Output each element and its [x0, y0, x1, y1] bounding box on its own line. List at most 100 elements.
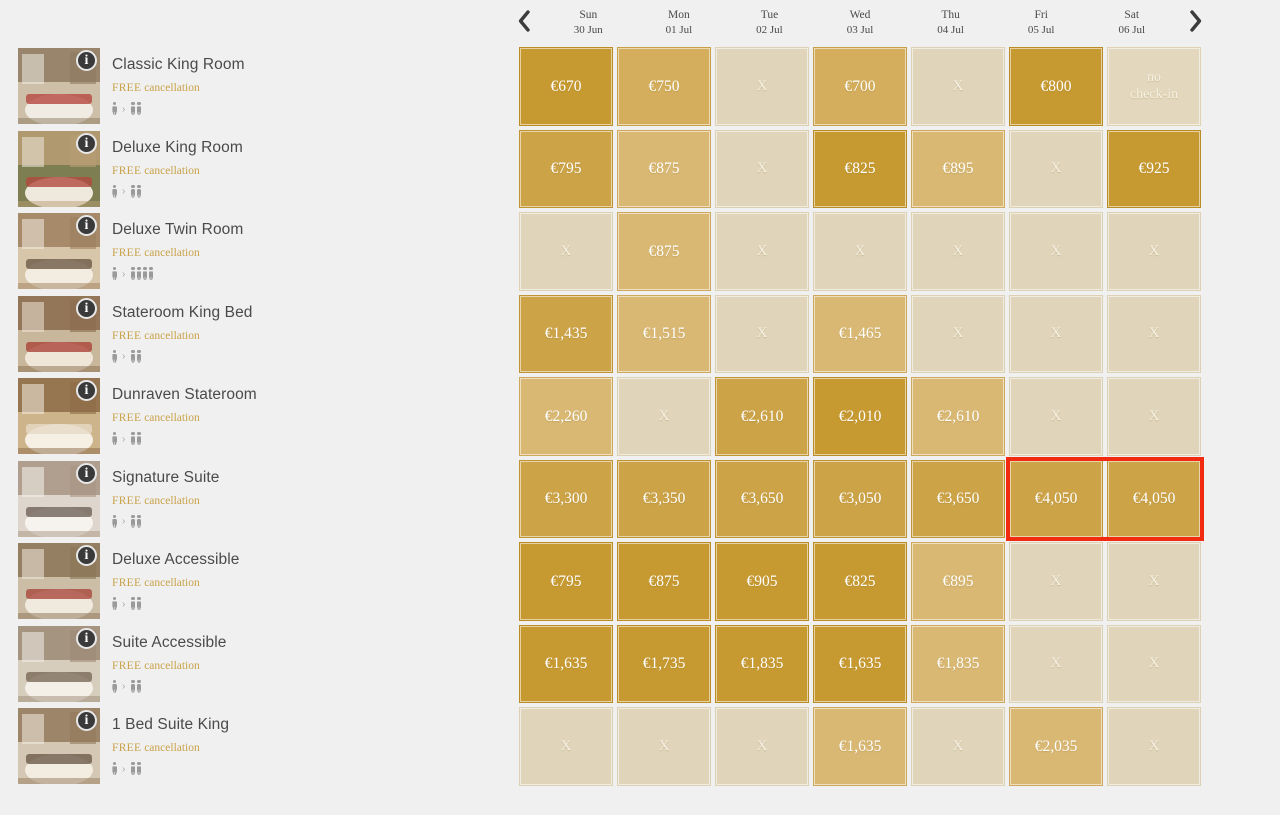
unavailable-cell[interactable]: X — [1009, 542, 1103, 621]
price-cell[interactable]: €875 — [617, 129, 711, 208]
unavailable-cell[interactable]: X — [911, 212, 1005, 291]
unavailable-cell[interactable]: X — [519, 707, 613, 786]
unavailable-cell[interactable]: X — [1107, 542, 1201, 621]
price-cell[interactable]: €795 — [519, 542, 613, 621]
price-cell[interactable]: €2,035 — [1009, 707, 1103, 786]
price-cell[interactable]: €4,050 — [1009, 459, 1103, 538]
unavailable-cell[interactable]: X — [715, 212, 809, 291]
price-cell[interactable]: €800 — [1009, 47, 1103, 126]
unavailable-cell[interactable]: X — [1107, 624, 1201, 703]
no-checkin-cell[interactable]: no check-in — [1107, 47, 1201, 126]
unavailable-cell[interactable]: X — [911, 47, 1005, 126]
price-cell[interactable]: €3,650 — [911, 459, 1005, 538]
info-icon[interactable]: i — [76, 132, 97, 154]
price-cell[interactable]: €2,610 — [715, 377, 809, 456]
price-cell[interactable]: €1,635 — [813, 624, 907, 703]
info-icon[interactable]: i — [76, 215, 97, 236]
price-cell[interactable]: €1,835 — [911, 624, 1005, 703]
day-header[interactable]: Fri 05 Jul — [996, 8, 1087, 37]
price-cell[interactable]: €2,010 — [813, 377, 907, 456]
day-header[interactable]: Thu 04 Jul — [905, 8, 996, 37]
info-icon[interactable]: i — [76, 462, 97, 484]
room-list-item[interactable]: i Stateroom King Bed FREE cancellation › — [0, 293, 500, 376]
room-list-item[interactable]: i Suite Accessible FREE cancellation › — [0, 623, 500, 706]
unavailable-cell[interactable]: X — [1009, 212, 1103, 291]
unavailable-cell[interactable]: X — [617, 377, 711, 456]
price-cell[interactable]: €1,465 — [813, 294, 907, 373]
room-list-item[interactable]: i Dunraven Stateroom FREE cancellation › — [0, 375, 500, 458]
unavailable-cell[interactable]: X — [1107, 212, 1201, 291]
unavailable-cell[interactable]: X — [1009, 294, 1103, 373]
price-cell[interactable]: €2,260 — [519, 377, 613, 456]
unavailable-cell[interactable]: X — [715, 707, 809, 786]
day-header[interactable]: Sat 06 Jul — [1086, 8, 1177, 37]
day-header[interactable]: Wed 03 Jul — [815, 8, 906, 37]
price-cell[interactable]: €1,435 — [519, 294, 613, 373]
day-header[interactable]: Sun 30 Jun — [543, 8, 634, 37]
room-list-item[interactable]: i Classic King Room FREE cancellation › — [0, 45, 500, 128]
price-cell[interactable]: €825 — [813, 129, 907, 208]
price-cell[interactable]: €905 — [715, 542, 809, 621]
unavailable-cell[interactable]: X — [1107, 707, 1201, 786]
price-cell[interactable]: €3,350 — [617, 459, 711, 538]
unavailable-cell[interactable]: X — [715, 129, 809, 208]
unavailable-cell[interactable]: X — [1009, 377, 1103, 456]
unavailable-cell[interactable]: X — [911, 707, 1005, 786]
room-thumbnail[interactable]: i — [18, 460, 100, 537]
price-cell[interactable]: €875 — [617, 542, 711, 621]
price-cell[interactable]: €3,300 — [519, 459, 613, 538]
price-cell[interactable]: €700 — [813, 47, 907, 126]
unavailable-cell[interactable]: X — [813, 212, 907, 291]
price-cell[interactable]: €925 — [1107, 129, 1201, 208]
room-thumbnail[interactable]: i — [18, 543, 100, 619]
day-header[interactable]: Tue 02 Jul — [724, 8, 815, 37]
unavailable-cell[interactable]: X — [715, 47, 809, 126]
room-thumbnail[interactable]: i — [18, 708, 100, 784]
info-icon[interactable]: i — [76, 297, 97, 319]
info-icon[interactable]: i — [76, 545, 97, 566]
room-thumbnail[interactable]: i — [18, 213, 100, 289]
price-cell[interactable]: €3,050 — [813, 459, 907, 538]
room-list-item[interactable]: i 1 Bed Suite King FREE cancellation › — [0, 705, 500, 788]
room-thumbnail[interactable]: i — [18, 130, 100, 207]
price-cell[interactable]: €895 — [911, 129, 1005, 208]
unavailable-cell[interactable]: X — [519, 212, 613, 291]
price-cell[interactable]: €670 — [519, 47, 613, 126]
info-icon[interactable]: i — [76, 710, 97, 731]
day-date: 02 Jul — [756, 24, 783, 36]
chevron-right-icon[interactable] — [1177, 9, 1215, 37]
price-cell[interactable]: €1,635 — [813, 707, 907, 786]
room-list-item[interactable]: i Deluxe Accessible FREE cancellation › — [0, 540, 500, 623]
price-cell[interactable]: €3,650 — [715, 459, 809, 538]
room-list-item[interactable]: i Signature Suite FREE cancellation › — [0, 458, 500, 541]
chevron-left-icon[interactable] — [505, 9, 543, 37]
unavailable-cell[interactable]: X — [1107, 294, 1201, 373]
unavailable-cell[interactable]: X — [1107, 377, 1201, 456]
price-cell[interactable]: €795 — [519, 129, 613, 208]
room-thumbnail[interactable]: i — [18, 378, 100, 454]
unavailable-cell[interactable]: X — [911, 294, 1005, 373]
price-cell[interactable]: €1,735 — [617, 624, 711, 703]
room-thumbnail[interactable]: i — [18, 295, 100, 372]
room-thumbnail[interactable]: i — [18, 625, 100, 702]
price-cell[interactable]: €1,515 — [617, 294, 711, 373]
price-cell[interactable]: €825 — [813, 542, 907, 621]
price-cell[interactable]: €4,050 — [1107, 459, 1201, 538]
price-cell[interactable]: €1,635 — [519, 624, 613, 703]
price-cell[interactable]: €2,610 — [911, 377, 1005, 456]
unavailable-cell[interactable]: X — [1009, 624, 1103, 703]
info-icon[interactable]: i — [76, 380, 97, 401]
room-list-item[interactable]: i Deluxe King Room FREE cancellation › — [0, 128, 500, 211]
info-icon[interactable]: i — [76, 50, 97, 71]
unavailable-cell[interactable]: X — [715, 294, 809, 373]
room-thumbnail[interactable]: i — [18, 48, 100, 124]
room-list-item[interactable]: i Deluxe Twin Room FREE cancellation › — [0, 210, 500, 293]
day-header[interactable]: Mon 01 Jul — [634, 8, 725, 37]
price-cell[interactable]: €875 — [617, 212, 711, 291]
price-cell[interactable]: €1,835 — [715, 624, 809, 703]
unavailable-cell[interactable]: X — [617, 707, 711, 786]
unavailable-cell[interactable]: X — [1009, 129, 1103, 208]
price-cell[interactable]: €750 — [617, 47, 711, 126]
info-icon[interactable]: i — [76, 627, 97, 649]
price-cell[interactable]: €895 — [911, 542, 1005, 621]
